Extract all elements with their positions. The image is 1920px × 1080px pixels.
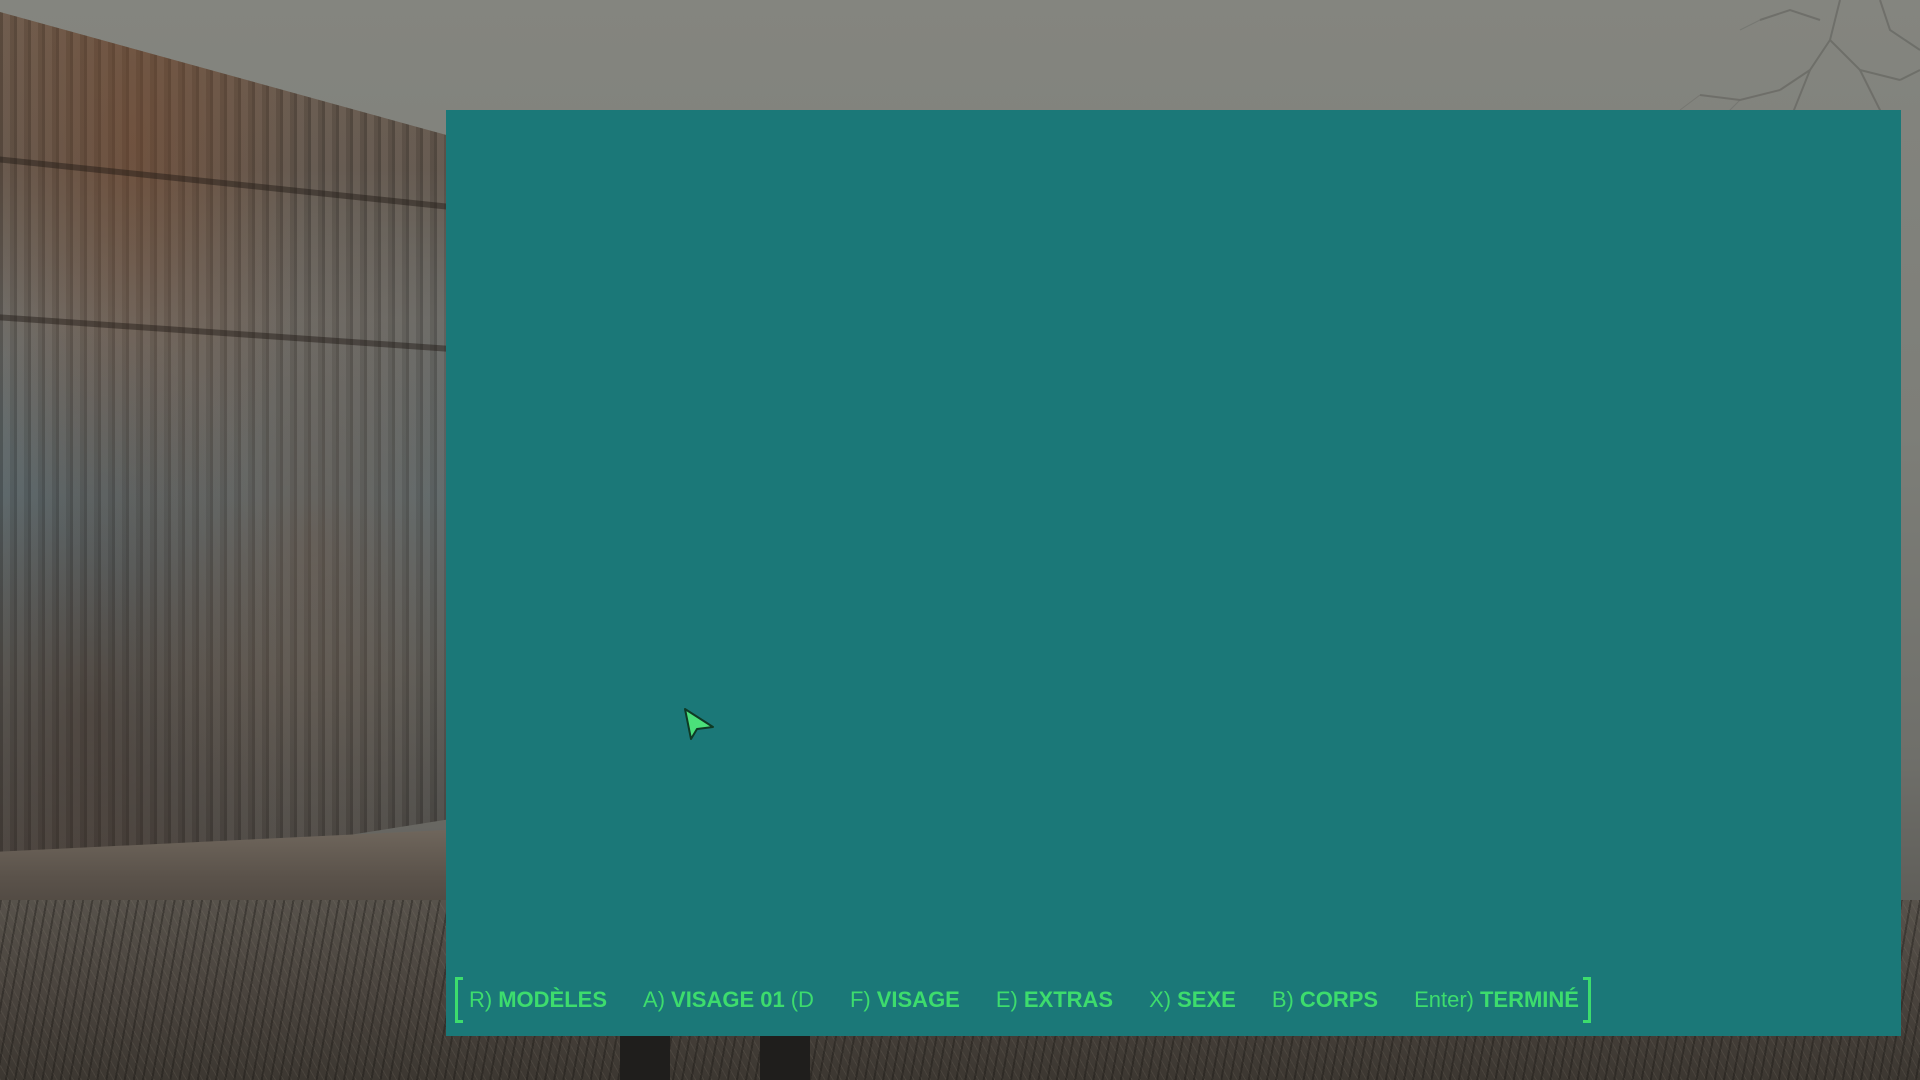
hint-list: R) MODÈLES A) VISAGE 01 (D F) VISAGE E) … xyxy=(463,987,1583,1013)
hint-face[interactable]: F) VISAGE xyxy=(850,987,960,1013)
hint-bar-right-bracket xyxy=(1582,977,1591,1023)
hint-label: VISAGE 01 xyxy=(671,987,785,1012)
face-editor-overlay-panel[interactable] xyxy=(446,110,1901,1036)
hint-key: A) xyxy=(643,987,666,1012)
pip-arrow-cursor-icon xyxy=(684,708,714,740)
hint-done[interactable]: Enter) TERMINÉ xyxy=(1414,987,1579,1013)
hint-key: X) xyxy=(1149,987,1172,1012)
hint-key: F) xyxy=(849,987,871,1012)
hint-presets[interactable]: R) MODÈLES xyxy=(469,987,607,1013)
character-legs xyxy=(620,1030,820,1080)
hint-face-preset[interactable]: A) VISAGE 01 (D xyxy=(643,987,814,1013)
hint-bar-left-bracket xyxy=(455,977,463,1023)
hint-key: B) xyxy=(1271,987,1294,1012)
hint-label: TERMINÉ xyxy=(1479,987,1579,1012)
hint-extras[interactable]: E) EXTRAS xyxy=(996,987,1113,1013)
hint-label: VISAGE xyxy=(876,987,960,1012)
hint-body[interactable]: B) CORPS xyxy=(1272,987,1378,1013)
hint-label: MODÈLES xyxy=(498,987,608,1012)
hint-sex[interactable]: X) SEXE xyxy=(1149,987,1236,1013)
hint-key: Enter) xyxy=(1414,987,1474,1012)
character-leg xyxy=(620,1030,670,1080)
hint-suffix: (D xyxy=(790,987,814,1012)
wall-rust-stains xyxy=(0,12,446,890)
hint-key: E) xyxy=(995,987,1018,1012)
game-scene: R) MODÈLES A) VISAGE 01 (D F) VISAGE E) … xyxy=(0,0,1920,1080)
button-hint-bar: R) MODÈLES A) VISAGE 01 (D F) VISAGE E) … xyxy=(455,976,1591,1024)
hint-label: EXTRAS xyxy=(1023,987,1114,1012)
hint-label: CORPS xyxy=(1299,987,1379,1012)
character-leg xyxy=(760,1030,810,1080)
hint-key: R) xyxy=(469,987,493,1012)
hint-label: SEXE xyxy=(1177,987,1236,1012)
